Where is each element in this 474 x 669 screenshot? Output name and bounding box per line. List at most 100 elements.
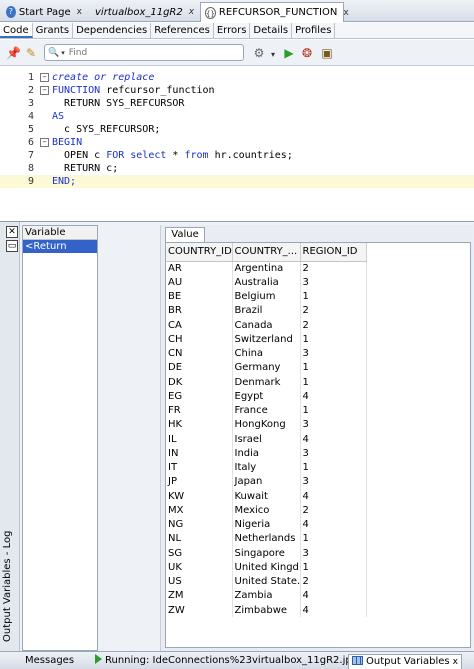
run-icon[interactable]: ▶ <box>282 46 296 60</box>
cell-country-id[interactable]: US <box>166 574 233 589</box>
cell-country-name[interactable]: India <box>232 446 301 461</box>
table-row[interactable]: SG Singapore 3 <box>166 546 367 561</box>
cell-country-id[interactable]: CH <box>166 332 233 347</box>
close-icon[interactable]: x <box>77 7 82 17</box>
find-field[interactable]: 🔍 ▾ <box>44 44 244 61</box>
code-line[interactable]: 2− FUNCTION refcursor_function <box>0 84 474 97</box>
cell-country-name[interactable]: Nigeria <box>232 517 301 532</box>
code-line[interactable]: 1− create or replace <box>0 71 474 84</box>
column-header-region-id[interactable]: REGION_ID <box>300 243 367 262</box>
cell-country-name[interactable]: France <box>232 403 301 418</box>
tab-errors[interactable]: Errors <box>214 23 251 38</box>
table-row[interactable]: IN India 3 <box>166 446 367 461</box>
cell-country-name[interactable]: Japan <box>232 474 301 489</box>
find-input[interactable] <box>68 47 219 58</box>
debug-bug-icon[interactable]: ❂ <box>300 46 314 60</box>
tab-profiles[interactable]: Profiles <box>292 23 336 38</box>
cell-region-id[interactable]: 2 <box>300 503 367 518</box>
cell-country-name[interactable]: Brazil <box>232 303 301 318</box>
cell-country-id[interactable]: CN <box>166 346 233 361</box>
code-line[interactable]: 3 RETURN SYS_REFCURSOR <box>0 97 474 110</box>
fold-toggle-icon[interactable]: − <box>40 73 49 82</box>
cell-country-id[interactable]: DK <box>166 375 233 390</box>
cell-region-id[interactable]: 1 <box>300 375 367 390</box>
table-row[interactable]: ZM Zambia 4 <box>166 588 367 603</box>
cell-country-id[interactable]: IL <box>166 432 233 447</box>
code-line[interactable]: 6− BEGIN <box>0 136 474 149</box>
table-row[interactable]: AU Australia 3 <box>166 275 367 290</box>
tab-dependencies[interactable]: Dependencies <box>73 23 152 38</box>
minimize-panel-icon[interactable]: ▭ <box>6 240 18 252</box>
cell-region-id[interactable]: 4 <box>300 517 367 532</box>
cell-country-name[interactable]: Zimbabwe <box>232 603 301 618</box>
table-row[interactable]: KW Kuwait 4 <box>166 489 367 504</box>
close-panel-icon[interactable]: ✕ <box>6 226 18 238</box>
cell-country-id[interactable]: BE <box>166 289 233 304</box>
cell-country-id[interactable]: NL <box>166 531 233 546</box>
tab-value[interactable]: Value <box>165 227 205 242</box>
table-row[interactable]: BR Brazil 2 <box>166 303 367 318</box>
table-row[interactable]: JP Japan 3 <box>166 474 367 489</box>
cell-region-id[interactable]: 3 <box>300 446 367 461</box>
cell-region-id[interactable]: 2 <box>300 318 367 333</box>
cell-country-name[interactable]: Switzerland <box>232 332 301 347</box>
cell-country-name[interactable]: Italy <box>232 460 301 475</box>
table-row[interactable]: ZW Zimbabwe 4 <box>166 603 367 618</box>
cell-country-id[interactable]: JP <box>166 474 233 489</box>
table-row[interactable]: FR France 1 <box>166 403 367 418</box>
cell-country-id[interactable]: IT <box>166 460 233 475</box>
table-row[interactable]: IL Israel 4 <box>166 432 367 447</box>
cell-region-id[interactable]: 2 <box>300 261 367 276</box>
tab-references[interactable]: References <box>151 23 214 38</box>
code-line[interactable]: 5 c SYS_REFCURSOR; <box>0 123 474 136</box>
cell-region-id[interactable]: 4 <box>300 588 367 603</box>
code-line[interactable]: 9 END; <box>0 175 474 188</box>
cell-country-id[interactable]: IN <box>166 446 233 461</box>
cell-country-id[interactable]: ZW <box>166 603 233 618</box>
fold-toggle-icon[interactable]: − <box>40 138 49 147</box>
cell-country-name[interactable]: Egypt <box>232 389 301 404</box>
chevron-down-icon[interactable]: ▾ <box>61 49 65 57</box>
column-header-country-id[interactable]: COUNTRY_ID <box>166 243 233 262</box>
edit-icon[interactable]: ✎ <box>24 46 38 60</box>
cell-country-name[interactable]: Canada <box>232 318 301 333</box>
tab-refcursor-function[interactable]: {} REFCURSOR_FUNCTION x <box>200 2 349 22</box>
table-row[interactable]: EG Egypt 4 <box>166 389 367 404</box>
table-row[interactable]: CN China 3 <box>166 346 367 361</box>
table-row[interactable]: CA Canada 2 <box>166 318 367 333</box>
cell-country-name[interactable]: China <box>232 346 301 361</box>
cell-country-id[interactable]: AR <box>166 261 233 276</box>
cell-region-id[interactable]: 3 <box>300 546 367 561</box>
tab-messages[interactable]: Messages <box>22 654 77 669</box>
cell-country-id[interactable]: AU <box>166 275 233 290</box>
close-icon[interactable]: x <box>189 7 194 17</box>
table-row[interactable]: DE Germany 1 <box>166 360 367 375</box>
tab-start-page[interactable]: ? Start Page x <box>2 2 86 22</box>
cell-country-name[interactable]: Zambia <box>232 588 301 603</box>
table-row[interactable]: UKUnited Kingd...1 <box>166 560 367 575</box>
cell-country-name[interactable]: Singapore <box>232 546 301 561</box>
fold-toggle-icon[interactable]: − <box>40 86 49 95</box>
cell-country-id[interactable]: SG <box>166 546 233 561</box>
cell-region-id[interactable]: 3 <box>300 474 367 489</box>
tab-output-variables[interactable]: Output Variables x <box>348 654 462 669</box>
table-row[interactable]: NL Netherlands 1 <box>166 531 367 546</box>
cell-country-name[interactable]: Israel <box>232 432 301 447</box>
code-editor[interactable]: 1− create or replace 2− FUNCTION refcursor_… <box>0 67 474 220</box>
table-row[interactable]: CH Switzerland 1 <box>166 332 367 347</box>
cell-country-id[interactable]: MX <box>166 503 233 518</box>
cell-region-id[interactable]: 1 <box>300 332 367 347</box>
cell-region-id[interactable]: 1 <box>300 531 367 546</box>
cell-region-id[interactable]: 1 <box>300 560 367 575</box>
cell-country-name[interactable]: United Kingd... <box>232 560 301 575</box>
close-icon[interactable]: x <box>453 657 458 667</box>
column-header-country-name[interactable]: COUNTRY_... <box>232 243 301 262</box>
table-row[interactable]: US United State... 2 <box>166 574 367 589</box>
code-line[interactable]: 7 OPEN c FOR select * from hr.countries; <box>0 149 474 162</box>
cell-region-id[interactable]: 1 <box>300 403 367 418</box>
cell-region-id[interactable]: 1 <box>300 289 367 304</box>
tab-code[interactable]: Code <box>0 23 33 38</box>
profile-icon[interactable]: ▣ <box>320 46 334 60</box>
code-line[interactable]: 4 AS <box>0 110 474 123</box>
tab-grants[interactable]: Grants <box>33 23 74 38</box>
